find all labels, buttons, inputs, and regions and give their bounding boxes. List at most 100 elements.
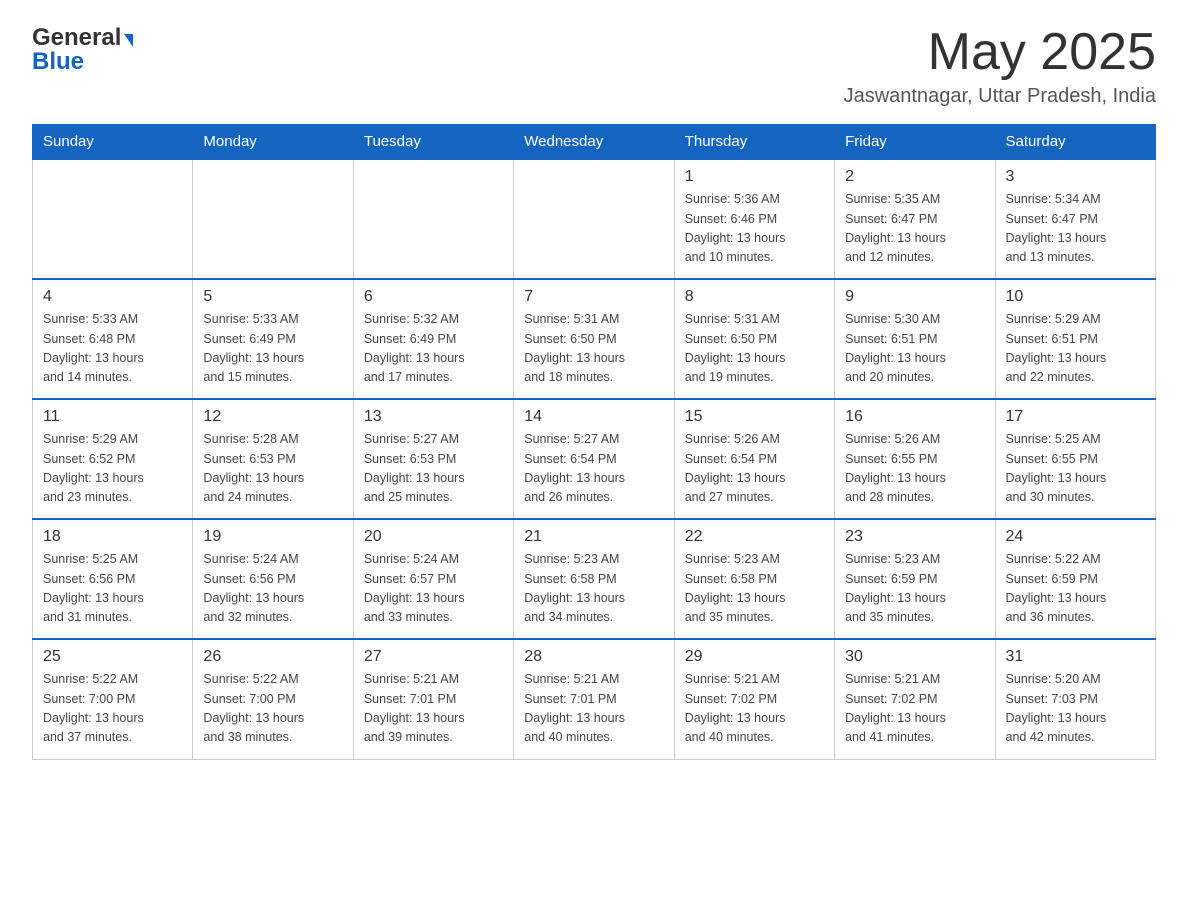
day-number: 20 (364, 528, 503, 546)
day-number: 12 (203, 408, 342, 426)
calendar-cell: 4Sunrise: 5:33 AM Sunset: 6:48 PM Daylig… (33, 279, 193, 399)
day-info: Sunrise: 5:21 AM Sunset: 7:02 PM Dayligh… (685, 670, 824, 748)
day-number: 21 (524, 528, 663, 546)
calendar-cell: 24Sunrise: 5:22 AM Sunset: 6:59 PM Dayli… (995, 519, 1155, 639)
day-info: Sunrise: 5:36 AM Sunset: 6:46 PM Dayligh… (685, 190, 824, 268)
calendar-cell: 12 Sunrise: 5:28 AM Sunset: 6:53 PM Dayli… (193, 399, 353, 519)
day-info: Sunrise: 5:24 AM Sunset: 6:56 PM Dayligh… (203, 550, 342, 628)
calendar-cell: 22Sunrise: 5:23 AM Sunset: 6:58 PM Dayli… (674, 519, 834, 639)
calendar-cell: 5 Sunrise: 5:33 AM Sunset: 6:49 PM Daylig… (193, 279, 353, 399)
calendar-cell: 26Sunrise: 5:22 AM Sunset: 7:00 PM Dayli… (193, 639, 353, 759)
calendar-cell (353, 159, 513, 279)
calendar-cell: 16 Sunrise: 5:26 AM Sunset: 6:55 PM Dayli… (835, 399, 995, 519)
calendar-cell: 23 Sunrise: 5:23 AM Sunset: 6:59 PM Dayli… (835, 519, 995, 639)
day-info: Sunrise: 5:21 AM Sunset: 7:01 PM Dayligh… (364, 670, 503, 748)
logo: General Blue (32, 24, 133, 76)
calendar-cell: 31 Sunrise: 5:20 AM Sunset: 7:03 PM Dayli… (995, 639, 1155, 759)
calendar-cell: 3Sunrise: 5:34 AM Sunset: 6:47 PM Daylig… (995, 159, 1155, 279)
day-number: 3 (1006, 168, 1145, 186)
day-info: Sunrise: 5:20 AM Sunset: 7:03 PM Dayligh… (1006, 670, 1145, 748)
day-info: Sunrise: 5:29 AM Sunset: 6:51 PM Dayligh… (1006, 310, 1145, 388)
calendar-week-row: 18Sunrise: 5:25 AM Sunset: 6:56 PM Dayli… (33, 519, 1156, 639)
day-info: Sunrise: 5:21 AM Sunset: 7:01 PM Dayligh… (524, 670, 663, 748)
calendar-cell: 15 Sunrise: 5:26 AM Sunset: 6:54 PM Dayli… (674, 399, 834, 519)
calendar-cell: 10 Sunrise: 5:29 AM Sunset: 6:51 PM Dayli… (995, 279, 1155, 399)
day-number: 15 (685, 408, 824, 426)
day-number: 17 (1006, 408, 1145, 426)
calendar-table: SundayMondayTuesdayWednesdayThursdayFrid… (32, 124, 1156, 760)
day-number: 10 (1006, 288, 1145, 306)
calendar-cell: 18Sunrise: 5:25 AM Sunset: 6:56 PM Dayli… (33, 519, 193, 639)
calendar-cell: 28 Sunrise: 5:21 AM Sunset: 7:01 PM Dayli… (514, 639, 674, 759)
calendar-cell: 7 Sunrise: 5:31 AM Sunset: 6:50 PM Daylig… (514, 279, 674, 399)
calendar-cell: 29 Sunrise: 5:21 AM Sunset: 7:02 PM Dayli… (674, 639, 834, 759)
logo-triangle-icon (124, 34, 133, 47)
day-info: Sunrise: 5:28 AM Sunset: 6:53 PM Dayligh… (203, 430, 342, 508)
calendar-cell: 13 Sunrise: 5:27 AM Sunset: 6:53 PM Dayli… (353, 399, 513, 519)
day-number: 29 (685, 648, 824, 666)
day-number: 2 (845, 168, 984, 186)
day-info: Sunrise: 5:29 AM Sunset: 6:52 PM Dayligh… (43, 430, 182, 508)
day-number: 22 (685, 528, 824, 546)
day-number: 11 (43, 408, 182, 426)
calendar-cell: 30Sunrise: 5:21 AM Sunset: 7:02 PM Dayli… (835, 639, 995, 759)
day-info: Sunrise: 5:35 AM Sunset: 6:47 PM Dayligh… (845, 190, 984, 268)
day-number: 14 (524, 408, 663, 426)
month-year-title: May 2025 (844, 24, 1156, 81)
day-of-week-header: Thursday (674, 125, 834, 160)
day-of-week-header: Monday (193, 125, 353, 160)
day-info: Sunrise: 5:25 AM Sunset: 6:55 PM Dayligh… (1006, 430, 1145, 508)
calendar-week-row: 25Sunrise: 5:22 AM Sunset: 7:00 PM Dayli… (33, 639, 1156, 759)
day-number: 26 (203, 648, 342, 666)
day-of-week-header: Sunday (33, 125, 193, 160)
day-info: Sunrise: 5:22 AM Sunset: 7:00 PM Dayligh… (43, 670, 182, 748)
day-number: 18 (43, 528, 182, 546)
calendar-cell: 9Sunrise: 5:30 AM Sunset: 6:51 PM Daylig… (835, 279, 995, 399)
day-info: Sunrise: 5:32 AM Sunset: 6:49 PM Dayligh… (364, 310, 503, 388)
day-number: 28 (524, 648, 663, 666)
day-number: 7 (524, 288, 663, 306)
calendar-cell: 14 Sunrise: 5:27 AM Sunset: 6:54 PM Dayli… (514, 399, 674, 519)
calendar-header-row: SundayMondayTuesdayWednesdayThursdayFrid… (33, 125, 1156, 160)
calendar-cell (33, 159, 193, 279)
day-info: Sunrise: 5:23 AM Sunset: 6:59 PM Dayligh… (845, 550, 984, 628)
day-number: 19 (203, 528, 342, 546)
calendar-cell: 1 Sunrise: 5:36 AM Sunset: 6:46 PM Daylig… (674, 159, 834, 279)
day-number: 23 (845, 528, 984, 546)
calendar-cell: 21 Sunrise: 5:23 AM Sunset: 6:58 PM Dayli… (514, 519, 674, 639)
day-info: Sunrise: 5:26 AM Sunset: 6:54 PM Dayligh… (685, 430, 824, 508)
day-info: Sunrise: 5:23 AM Sunset: 6:58 PM Dayligh… (524, 550, 663, 628)
day-number: 27 (364, 648, 503, 666)
day-number: 30 (845, 648, 984, 666)
day-number: 5 (203, 288, 342, 306)
day-info: Sunrise: 5:27 AM Sunset: 6:54 PM Dayligh… (524, 430, 663, 508)
day-info: Sunrise: 5:27 AM Sunset: 6:53 PM Dayligh… (364, 430, 503, 508)
day-info: Sunrise: 5:33 AM Sunset: 6:49 PM Dayligh… (203, 310, 342, 388)
day-info: Sunrise: 5:31 AM Sunset: 6:50 PM Dayligh… (524, 310, 663, 388)
day-number: 4 (43, 288, 182, 306)
calendar-cell (193, 159, 353, 279)
day-of-week-header: Tuesday (353, 125, 513, 160)
day-number: 16 (845, 408, 984, 426)
day-of-week-header: Saturday (995, 125, 1155, 160)
day-number: 13 (364, 408, 503, 426)
day-number: 1 (685, 168, 824, 186)
calendar-cell: 20 Sunrise: 5:24 AM Sunset: 6:57 PM Dayli… (353, 519, 513, 639)
day-info: Sunrise: 5:26 AM Sunset: 6:55 PM Dayligh… (845, 430, 984, 508)
calendar-cell: 6Sunrise: 5:32 AM Sunset: 6:49 PM Daylig… (353, 279, 513, 399)
day-of-week-header: Friday (835, 125, 995, 160)
day-number: 24 (1006, 528, 1145, 546)
calendar-cell: 27 Sunrise: 5:21 AM Sunset: 7:01 PM Dayli… (353, 639, 513, 759)
calendar-week-row: 11 Sunrise: 5:29 AM Sunset: 6:52 PM Dayli… (33, 399, 1156, 519)
calendar-cell: 17 Sunrise: 5:25 AM Sunset: 6:55 PM Dayli… (995, 399, 1155, 519)
day-info: Sunrise: 5:31 AM Sunset: 6:50 PM Dayligh… (685, 310, 824, 388)
calendar-cell: 19 Sunrise: 5:24 AM Sunset: 6:56 PM Dayli… (193, 519, 353, 639)
calendar-cell: 8 Sunrise: 5:31 AM Sunset: 6:50 PM Daylig… (674, 279, 834, 399)
calendar-cell (514, 159, 674, 279)
calendar-cell: 11 Sunrise: 5:29 AM Sunset: 6:52 PM Dayli… (33, 399, 193, 519)
calendar-week-row: 4Sunrise: 5:33 AM Sunset: 6:48 PM Daylig… (33, 279, 1156, 399)
day-number: 8 (685, 288, 824, 306)
day-info: Sunrise: 5:24 AM Sunset: 6:57 PM Dayligh… (364, 550, 503, 628)
day-number: 31 (1006, 648, 1145, 666)
day-info: Sunrise: 5:30 AM Sunset: 6:51 PM Dayligh… (845, 310, 984, 388)
